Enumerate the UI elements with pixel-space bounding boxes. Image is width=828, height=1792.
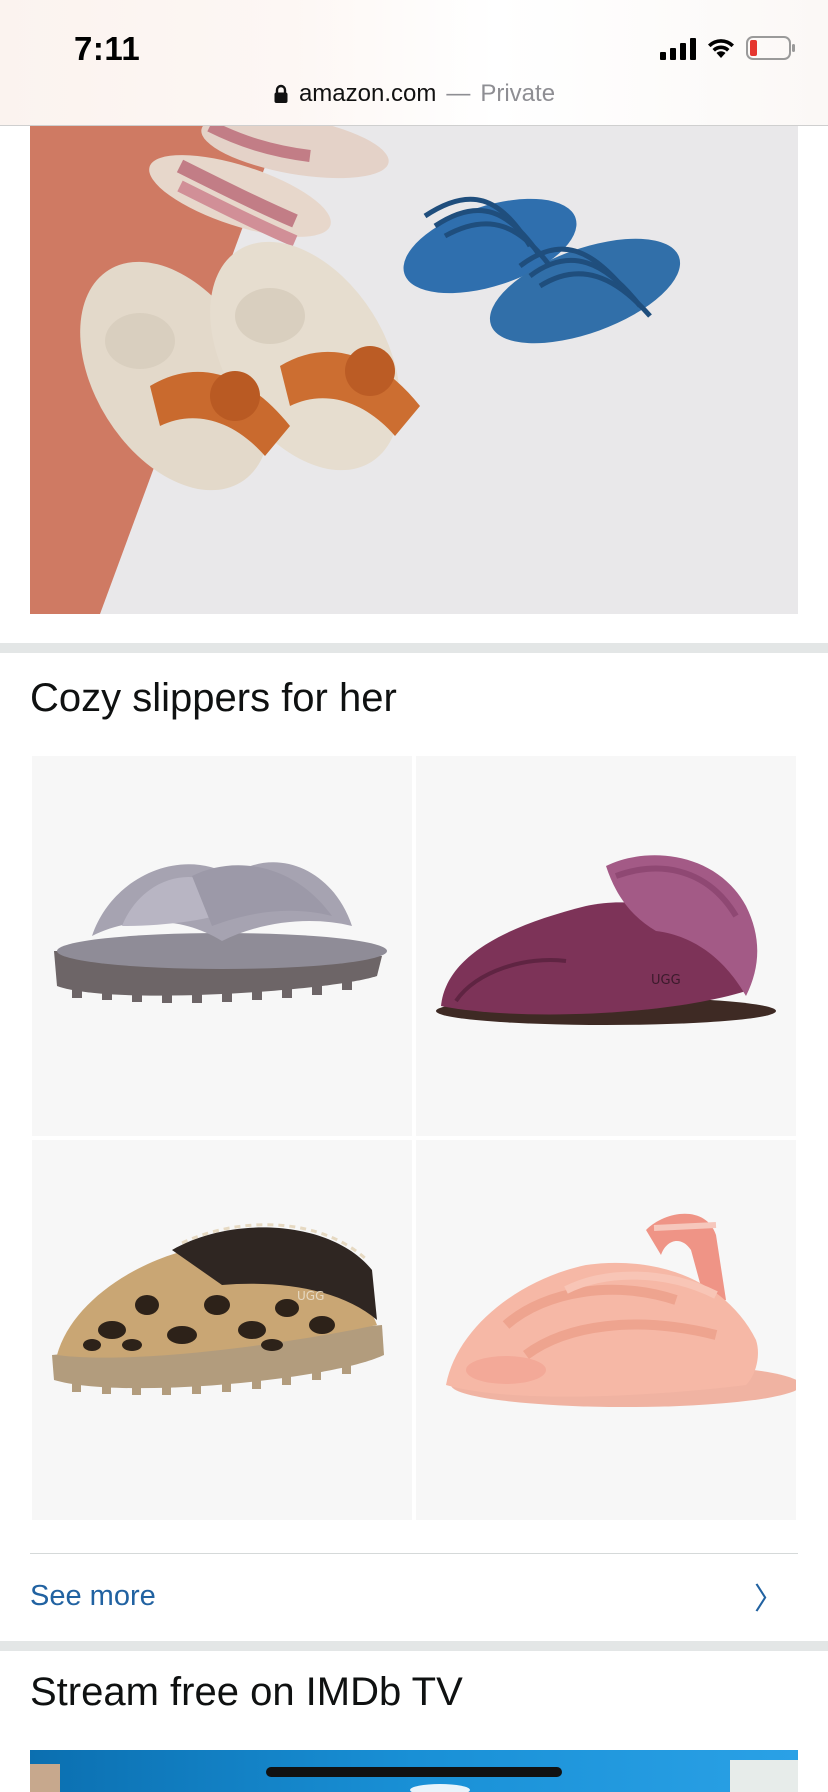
section-divider: [0, 1641, 828, 1651]
sandals-banner-image[interactable]: [30, 126, 798, 614]
section-title: Stream free on IMDb TV: [30, 1670, 463, 1714]
slipper-image: UGG: [436, 855, 776, 1025]
see-more-link[interactable]: See more 〉: [30, 1574, 798, 1618]
cellular-signal-icon: [660, 36, 696, 60]
status-time: 7:11: [74, 30, 141, 67]
lock-icon: [274, 84, 288, 103]
slipper-image: UGG: [52, 1223, 384, 1395]
browser-top-bar: 7:11 amazon.com — Private: [0, 0, 828, 126]
see-more-divider: [30, 1553, 798, 1554]
section-divider: [0, 643, 828, 653]
section-title: Cozy slippers for her: [30, 676, 397, 720]
address-bar[interactable]: amazon.com — Private: [0, 80, 828, 108]
product-tile[interactable]: UGG: [416, 756, 796, 1136]
product-tile[interactable]: [416, 1140, 796, 1520]
status-icons: [660, 36, 796, 60]
svg-text:UGG: UGG: [297, 1289, 324, 1303]
battery-icon: [746, 36, 796, 60]
product-grid: UGG UGG: [32, 756, 796, 1520]
slipper-image: [446, 1213, 796, 1407]
home-indicator[interactable]: [266, 1767, 562, 1777]
chevron-right-icon: 〉: [754, 1583, 784, 1616]
wifi-icon: [706, 37, 736, 59]
svg-text:UGG: UGG: [651, 973, 681, 988]
url-separator: —: [446, 80, 471, 107]
private-mode-label: Private: [480, 80, 556, 107]
product-tile[interactable]: [32, 756, 412, 1136]
url-domain: amazon.com: [298, 80, 437, 107]
slipper-image: [54, 862, 387, 1003]
product-tile[interactable]: UGG: [32, 1140, 412, 1520]
see-more-label: See more: [30, 1579, 156, 1612]
page: 7:11 amazon.com — Private Cozy slippers …: [0, 0, 828, 1792]
